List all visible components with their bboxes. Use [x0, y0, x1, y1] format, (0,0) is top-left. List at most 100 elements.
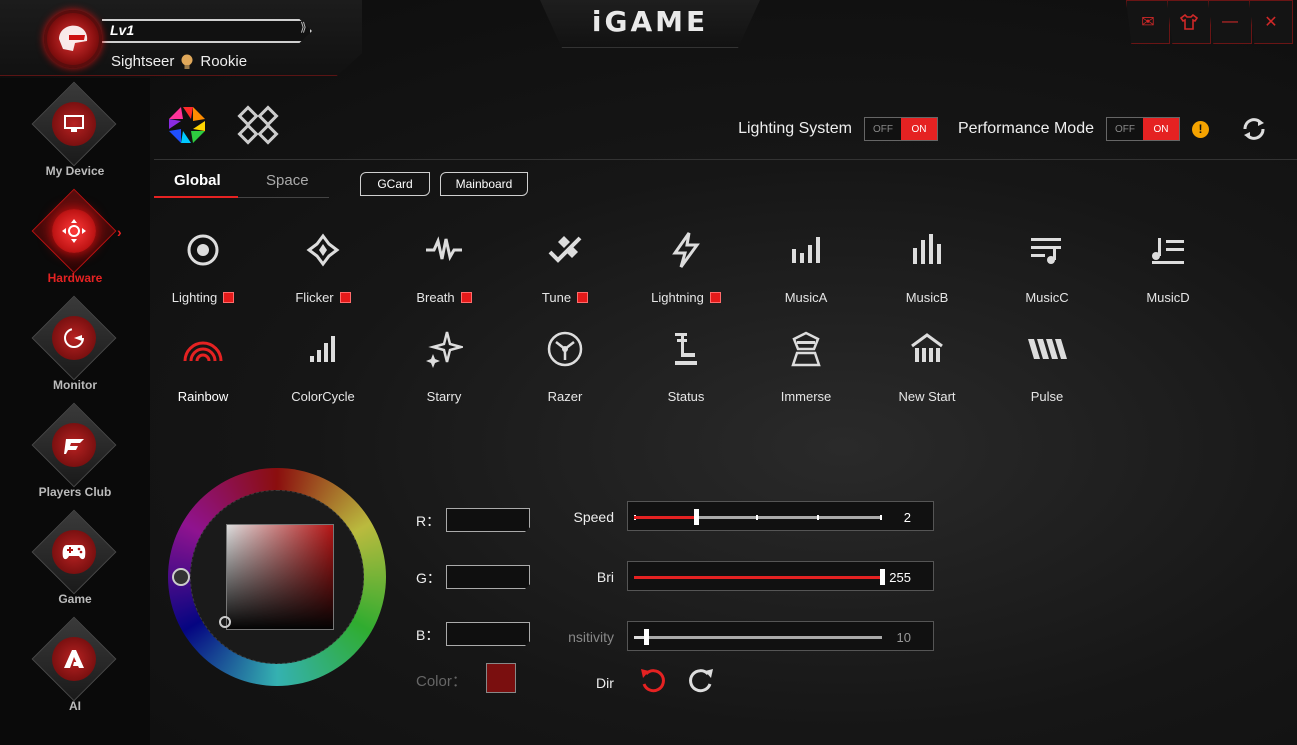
effect-new-start[interactable]: New Start	[872, 329, 982, 409]
effect-breath[interactable]: Breath	[389, 230, 499, 310]
sidebar-item-label: Game	[58, 592, 92, 606]
color-flower-icon	[169, 107, 205, 143]
system-toggles: Lighting System OFF ON Performance Mode …	[738, 116, 1267, 142]
saturation-value-box[interactable]	[226, 524, 334, 630]
nav-disc	[52, 637, 96, 681]
gcard-button[interactable]: GCard	[360, 172, 430, 196]
effect-label: MusicD	[1146, 290, 1190, 305]
effect-label: Tune	[541, 290, 572, 305]
nav-disc	[52, 530, 96, 574]
effect-label: Rainbow	[177, 389, 229, 404]
color-flower-button[interactable]	[166, 104, 208, 151]
effect-rainbow[interactable]: Rainbow	[148, 329, 258, 409]
effect-label: Immerse	[780, 389, 832, 404]
close-button[interactable]: ✕	[1249, 0, 1293, 44]
toggle-off: OFF	[872, 123, 893, 135]
effect-musicc[interactable]: MusicC	[992, 230, 1102, 310]
effect-lighting[interactable]: Lighting	[148, 230, 258, 310]
effect-razer[interactable]: Razer	[510, 329, 620, 409]
sidebar-item-hardware[interactable]: Hardware	[0, 185, 150, 292]
divider	[154, 159, 1297, 160]
skin-button[interactable]	[1167, 0, 1211, 44]
bri-slider[interactable]: 255	[627, 561, 934, 591]
selected-marker	[223, 292, 235, 303]
gamepad-icon	[62, 545, 86, 560]
effect-label: Lightning	[651, 290, 704, 305]
effect-starry[interactable]: Starry	[389, 329, 499, 409]
lighting-system-toggle[interactable]: OFF ON	[863, 117, 938, 141]
slider-thumb[interactable]	[644, 629, 650, 645]
effect-label: Razer	[547, 389, 583, 404]
active-tab-underline	[154, 196, 238, 198]
refresh-icon[interactable]	[1241, 116, 1267, 142]
sensitivity-slider[interactable]: 10	[627, 621, 934, 651]
sv-handle[interactable]	[219, 616, 231, 628]
speed-slider[interactable]: 2	[627, 501, 934, 531]
hue-handle[interactable]	[172, 568, 190, 586]
bars-a-icon	[792, 237, 820, 263]
color-swatch[interactable]	[486, 663, 516, 693]
effect-label: MusicA	[784, 290, 828, 305]
effect-label: Lighting	[171, 290, 218, 305]
main-panel: Lighting System OFF ON Performance Mode …	[150, 78, 1297, 745]
nav-disc	[52, 423, 96, 467]
effect-flicker[interactable]: Flicker	[268, 230, 378, 310]
target-icon	[187, 234, 219, 266]
signal-icon	[310, 336, 335, 362]
monitor-icon	[64, 115, 84, 132]
effect-colorcycle[interactable]: ColorCycle	[268, 329, 378, 409]
b-label: B：	[416, 627, 440, 643]
sidebar-item-my-device[interactable]: My Device	[0, 78, 150, 185]
performance-mode-toggle[interactable]: OFF ON	[1106, 117, 1180, 141]
bolt-icon	[672, 232, 700, 268]
slider-thumb[interactable]	[880, 569, 885, 585]
ai-icon	[64, 650, 84, 668]
selected-marker	[577, 292, 589, 303]
temple-icon	[911, 333, 943, 362]
effect-lightning[interactable]: Lightning	[631, 230, 741, 310]
effect-immerse[interactable]: Immerse	[751, 329, 861, 409]
sidebar-item-monitor[interactable]: Monitor	[0, 292, 150, 399]
effect-label: Flicker	[295, 290, 334, 305]
tab-global[interactable]: Global	[174, 172, 221, 189]
effect-musicb[interactable]: MusicB	[872, 230, 982, 310]
status-icon	[675, 333, 697, 365]
rotate-left-icon[interactable]	[638, 666, 668, 696]
sidebar-item-game[interactable]: Game	[0, 506, 150, 613]
slider-fill	[634, 516, 696, 519]
mainboard-button[interactable]: Mainboard	[440, 172, 528, 196]
warning-icon[interactable]: !	[1192, 120, 1209, 138]
effect-label: Breath	[416, 290, 455, 305]
speed-label: Speed	[573, 509, 614, 525]
effect-musica[interactable]: MusicA	[751, 230, 861, 310]
nav-disc	[52, 102, 96, 146]
tab-space[interactable]: Space	[266, 172, 309, 189]
sensitivity-value: 10	[896, 630, 911, 645]
avatar[interactable]	[44, 10, 102, 68]
minimize-button[interactable]: —	[1208, 0, 1252, 44]
slider-thumb[interactable]	[694, 509, 699, 525]
rotate-right-icon[interactable]	[686, 666, 716, 696]
selected-marker	[460, 292, 472, 303]
bulb-icon	[181, 54, 193, 69]
rank-line: Sightseer Rookie	[111, 53, 247, 70]
effect-musicd[interactable]: MusicD	[1113, 230, 1223, 310]
sidebar-item-label: Hardware	[47, 271, 103, 285]
sidebar: My Device Hardware Monitor Players Club	[0, 78, 150, 745]
sidebar-item-ai[interactable]: AI	[0, 613, 150, 720]
effect-label: ColorCycle	[291, 389, 355, 404]
sync-devices-button[interactable]	[236, 104, 280, 151]
sidebar-item-label: Players Club	[38, 485, 112, 499]
bri-value: 255	[889, 570, 911, 585]
effect-pulse[interactable]: Pulse	[992, 329, 1102, 409]
effect-label: MusicB	[905, 290, 949, 305]
igame-app: Lv1 ⟫ Sightseer Rookie iGAME ✉ — ✕ My De…	[0, 0, 1297, 745]
effect-status[interactable]: Status	[631, 329, 741, 409]
effect-label: Pulse	[1030, 389, 1064, 404]
dpad-icon	[62, 219, 86, 243]
effect-tune[interactable]: Tune	[510, 230, 620, 310]
bars-b-icon	[913, 234, 941, 264]
sidebar-item-players-club[interactable]: Players Club	[0, 399, 150, 506]
logo-plate: iGAME	[540, 0, 760, 48]
mail-button[interactable]: ✉	[1126, 0, 1170, 44]
